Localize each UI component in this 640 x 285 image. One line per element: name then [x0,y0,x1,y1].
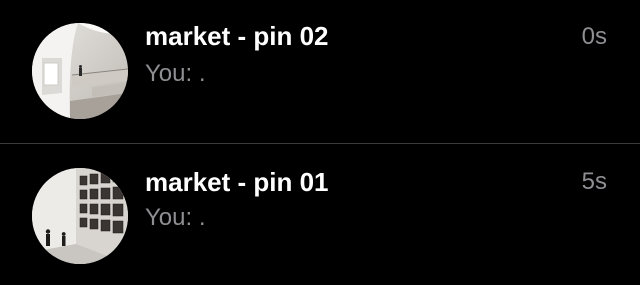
chat-preview: You: . [145,204,206,231]
divider [0,143,640,144]
avatar [32,168,128,264]
avatar [32,23,128,119]
museum-interior-photo-icon [32,23,128,119]
chat-list: market - pin 02 You: . 0s market - pin 0… [0,0,640,280]
chat-timestamp: 5s [581,168,607,195]
chat-timestamp: 0s [581,23,607,50]
chat-preview: You: . [145,60,206,87]
gallery-wall-photo-icon [32,168,128,264]
chat-list-item[interactable]: market - pin 01 You: . 5s [0,145,640,285]
chat-title: market - pin 01 [145,167,329,197]
chat-list-item[interactable]: market - pin 02 You: . 0s [0,0,640,140]
chat-title: market - pin 02 [145,21,329,51]
